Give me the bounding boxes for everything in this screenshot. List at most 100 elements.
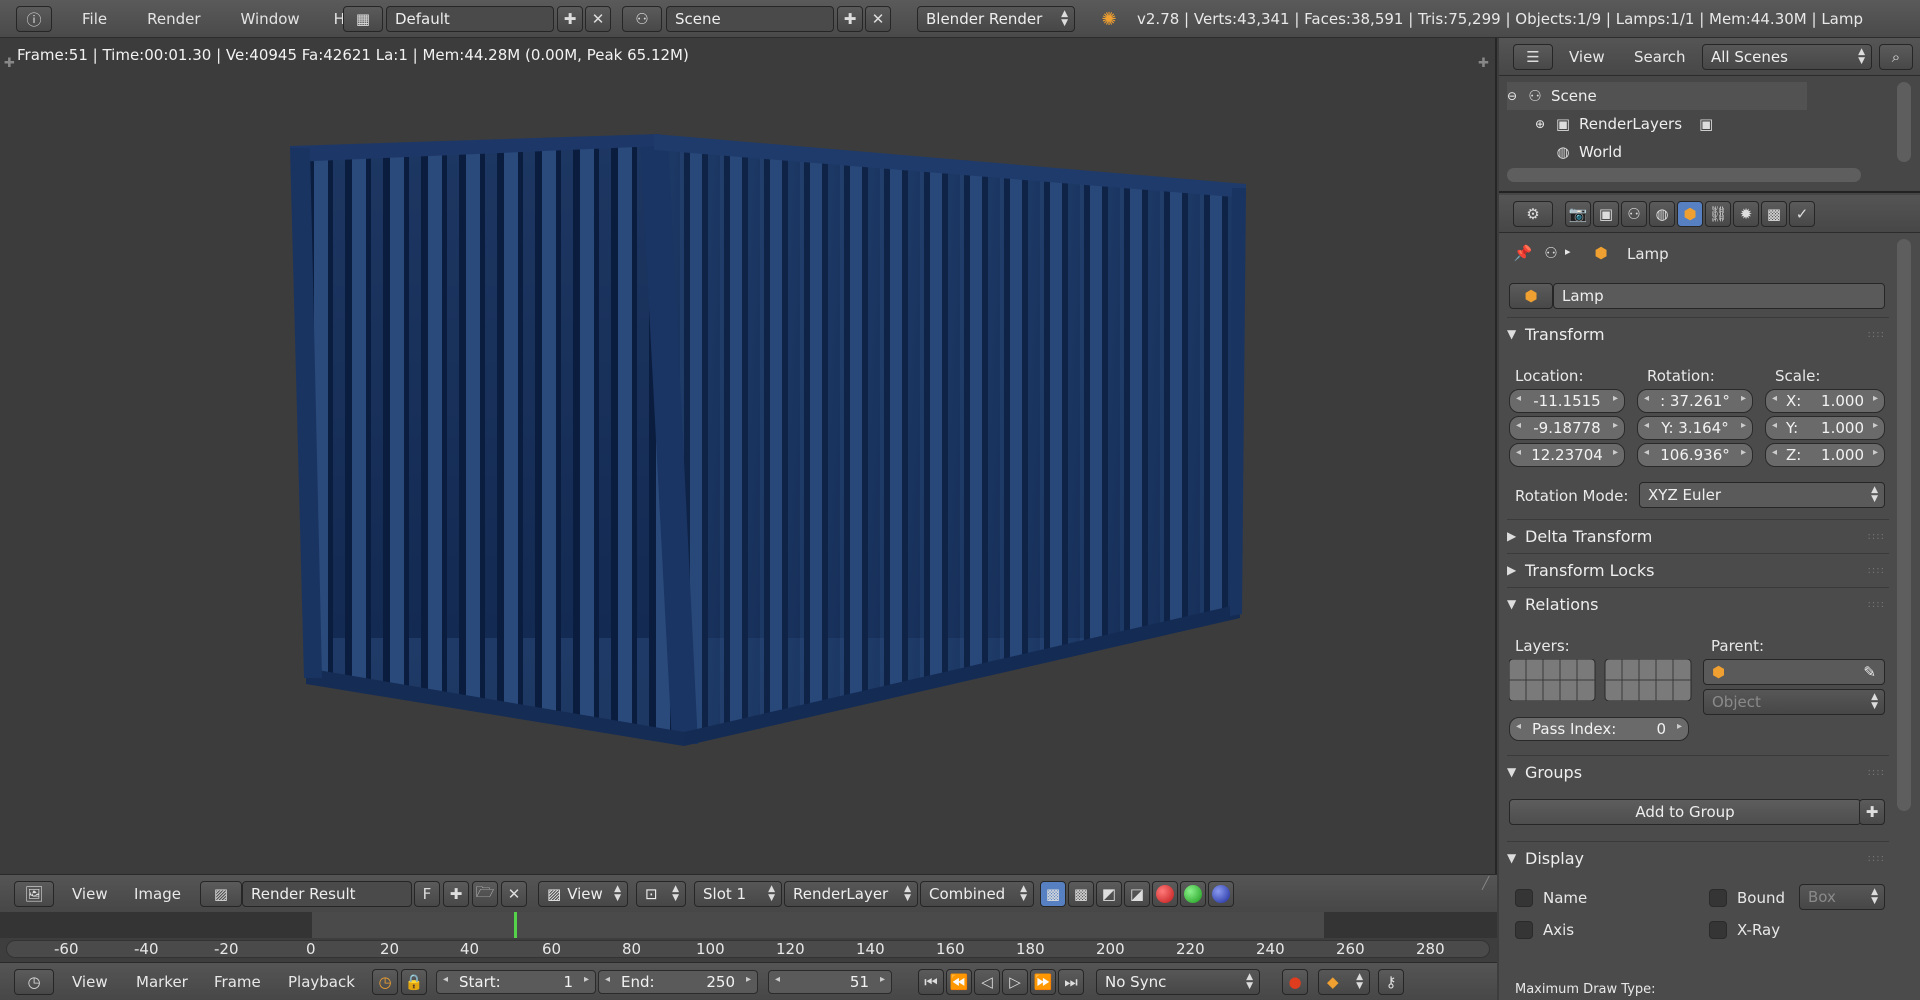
scale-z-field[interactable]: ◂ Z: 1.000 ▸ — [1765, 443, 1885, 467]
eyedropper-icon[interactable]: ✎ — [1863, 663, 1876, 681]
lock-time-cursor-button[interactable]: 🔒 — [401, 969, 427, 995]
pin-icon[interactable]: 📌 — [1513, 243, 1533, 263]
drag-grip-icon[interactable]: :::: — [1868, 531, 1885, 542]
editor-type-info-button[interactable]: ⓘ — [16, 6, 52, 32]
panel-relations-header[interactable]: ▼ Relations :::: — [1507, 589, 1889, 619]
render-pass-dropdown[interactable]: Combined ▲ ▼ — [920, 881, 1034, 907]
slot-dropdown[interactable]: Slot 1 ▲ ▼ — [694, 881, 782, 907]
current-frame-marker[interactable] — [514, 912, 517, 938]
image-browse-button[interactable]: ▨ — [200, 881, 242, 907]
preview-range-button[interactable]: ◷ — [372, 969, 398, 995]
outliner-menu-search[interactable]: Search — [1634, 48, 1686, 66]
current-frame-field[interactable]: ◂ 51 ▸ — [768, 970, 892, 994]
increment-icon[interactable]: ▸ — [1741, 447, 1746, 458]
image-menu-view[interactable]: View — [72, 885, 108, 903]
insert-keyframe-button[interactable]: ⚷ — [1378, 969, 1404, 995]
tab-world[interactable]: ◍ — [1649, 201, 1675, 227]
channel-red-button[interactable] — [1152, 881, 1178, 907]
scene-selector-button[interactable]: ⚇ — [622, 6, 662, 32]
rotation-mode-dropdown[interactable]: XYZ Euler ▲ ▼ — [1639, 482, 1885, 508]
increment-icon[interactable]: ▸ — [1613, 447, 1618, 458]
outliner-horizontal-scrollbar[interactable] — [1507, 168, 1861, 182]
increment-icon[interactable]: ▸ — [1613, 393, 1618, 404]
pivot-dropdown[interactable]: ⊡ ▲ ▼ — [636, 881, 686, 907]
display-bound-checkbox[interactable] — [1709, 889, 1727, 907]
unlink-image-button[interactable]: ✕ — [501, 881, 527, 907]
fake-user-button[interactable]: F — [414, 881, 440, 907]
sync-mode-dropdown[interactable]: No Sync ▲ ▼ — [1096, 969, 1260, 995]
decrement-icon[interactable]: ◂ — [1772, 393, 1777, 404]
outliner-filter-dropdown[interactable]: All Scenes ▲ ▼ — [1702, 44, 1872, 70]
image-menu-image[interactable]: Image — [134, 885, 181, 903]
layers-grid[interactable] — [1509, 659, 1693, 701]
jump-next-keyframe-button[interactable]: ⏩ — [1030, 969, 1056, 995]
properties-vertical-scrollbar[interactable] — [1897, 239, 1911, 811]
properties-editor-type-button[interactable]: ⚙ — [1513, 201, 1553, 227]
decrement-icon[interactable]: ◂ — [775, 974, 780, 985]
jump-start-button[interactable]: ⏮ — [918, 969, 944, 995]
decrement-icon[interactable]: ◂ — [1516, 721, 1521, 732]
drag-grip-icon[interactable]: :::: — [1868, 599, 1885, 610]
decrement-icon[interactable]: ◂ — [443, 974, 448, 985]
increment-icon[interactable]: ▸ — [1873, 420, 1878, 431]
outliner-item-world[interactable]: ◍ World — [1553, 138, 1813, 166]
drag-grip-icon[interactable]: :::: — [1868, 767, 1885, 778]
drag-grip-icon[interactable]: :::: — [1868, 565, 1885, 576]
tab-physics[interactable]: ✓ — [1789, 201, 1815, 227]
panel-display-header[interactable]: ▼ Display :::: — [1507, 843, 1889, 873]
decrement-icon[interactable]: ◂ — [1644, 393, 1649, 404]
menu-file[interactable]: File — [68, 10, 121, 28]
jump-prev-keyframe-button[interactable]: ⏪ — [946, 969, 972, 995]
increment-icon[interactable]: ▸ — [1873, 393, 1878, 404]
outliner-item-scene[interactable]: ⊖ ⚇ Scene — [1507, 82, 1807, 110]
add-scene-button[interactable]: ✚ — [837, 6, 863, 32]
tab-constraints[interactable]: ⛓ — [1705, 201, 1731, 227]
decrement-icon[interactable]: ◂ — [1516, 393, 1521, 404]
location-z-field[interactable]: ◂ 12.23704 ▸ — [1509, 443, 1625, 467]
tab-render-layers[interactable]: ▣ — [1593, 201, 1619, 227]
display-xray-checkbox[interactable] — [1709, 921, 1727, 939]
panel-transform-header[interactable]: ▼ Transform :::: — [1507, 319, 1889, 349]
outliner-editor-type-button[interactable]: ☰ — [1513, 44, 1553, 70]
rotation-x-field[interactable]: ◂: 37.261° ▸ — [1637, 389, 1753, 413]
increment-icon[interactable]: ▸ — [1741, 393, 1746, 404]
tab-render[interactable]: 📷 — [1565, 201, 1591, 227]
scale-x-field[interactable]: ◂ X: 1.000 ▸ — [1765, 389, 1885, 413]
start-frame-field[interactable]: ◂ Start: 1 ▸ — [436, 970, 596, 994]
outliner-vertical-scrollbar[interactable] — [1897, 82, 1911, 162]
outliner-item-renderlayers[interactable]: ⊕ ▣ RenderLayers ▣ — [1535, 110, 1815, 138]
increment-icon[interactable]: ▸ — [1741, 420, 1746, 431]
increment-icon[interactable]: ▸ — [1873, 447, 1878, 458]
auto-keying-button[interactable]: ● — [1282, 969, 1308, 995]
timeline-editor-type-button[interactable]: ◷ — [14, 969, 54, 995]
area-split-corner-icon[interactable]: ╱ — [1482, 876, 1489, 890]
outliner-search-button[interactable]: ⌕ — [1879, 44, 1913, 70]
display-rgba-button[interactable]: ▩ — [1040, 881, 1066, 907]
rotation-y-field[interactable]: ◂ Y: 3.164° ▸ — [1637, 416, 1753, 440]
play-button[interactable]: ▷ — [1002, 969, 1028, 995]
delete-scene-button[interactable]: ✕ — [865, 6, 891, 32]
channel-blue-button[interactable] — [1208, 881, 1234, 907]
render-engine-dropdown[interactable]: Blender Render ▲ ▼ — [917, 6, 1075, 32]
outliner-menu-view[interactable]: View — [1569, 48, 1605, 66]
scene-name-field[interactable]: Scene — [666, 6, 834, 32]
delete-layout-button[interactable]: ✕ — [585, 6, 611, 32]
render-view[interactable]: Frame:51 | Time:00:01.30 | Ve:40945 Fa:4… — [0, 38, 1497, 874]
parent-type-dropdown[interactable]: Object ▲ ▼ — [1703, 689, 1885, 715]
timeline-menu-playback[interactable]: Playback — [288, 973, 355, 991]
increment-icon[interactable]: ▸ — [1677, 721, 1682, 732]
add-layout-button[interactable]: ✚ — [557, 6, 583, 32]
panel-transform-locks-header[interactable]: ▶ Transform Locks :::: — [1507, 555, 1889, 585]
end-frame-field[interactable]: ◂ End: 250 ▸ — [598, 970, 758, 994]
new-image-button[interactable]: ✚ — [443, 881, 469, 907]
image-view-mode-dropdown[interactable]: ▨ View ▲ ▼ — [538, 881, 628, 907]
drag-grip-icon[interactable]: :::: — [1868, 329, 1885, 340]
decrement-icon[interactable]: ◂ — [1644, 420, 1649, 431]
tab-data[interactable]: ✹ — [1733, 201, 1759, 227]
image-editor-type-button[interactable]: 🖼 — [14, 881, 54, 907]
add-to-group-button[interactable]: Add to Group — [1509, 799, 1861, 825]
display-alpha-button[interactable]: ◩ — [1096, 881, 1122, 907]
location-y-field[interactable]: ◂ -9.18778 ▸ — [1509, 416, 1625, 440]
decrement-icon[interactable]: ◂ — [605, 974, 610, 985]
display-zbuffer-button[interactable]: ◪ — [1124, 881, 1150, 907]
